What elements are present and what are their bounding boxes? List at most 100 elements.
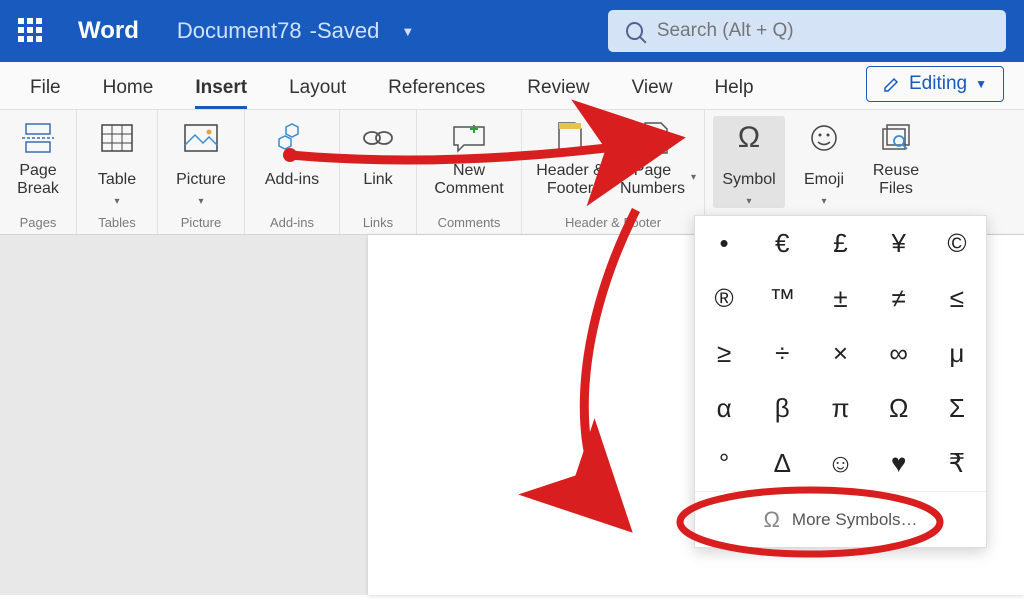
tab-review[interactable]: Review	[527, 77, 589, 109]
picture-label: Picture	[176, 160, 226, 200]
symbol-cell[interactable]: ×	[811, 326, 869, 381]
symbol-cell[interactable]: °	[695, 436, 753, 491]
symbol-cell[interactable]: β	[753, 381, 811, 436]
symbol-cell[interactable]: ÷	[753, 326, 811, 381]
symbol-cell[interactable]: ≠	[870, 271, 928, 326]
symbol-cell[interactable]: ♥	[870, 436, 928, 491]
chevron-down-icon: ▾	[746, 196, 751, 208]
search-input[interactable]	[657, 20, 988, 42]
ribbon-group-links: Link Links	[340, 110, 417, 234]
app-launcher-icon[interactable]	[18, 18, 44, 44]
symbol-cell[interactable]: ¥	[870, 216, 928, 271]
symbol-cell[interactable]: μ	[928, 326, 986, 381]
page-break-button[interactable]: Page Break	[8, 116, 68, 200]
symbol-cell[interactable]: ™	[753, 271, 811, 326]
symbol-cell[interactable]: •	[695, 216, 753, 271]
symbol-cell[interactable]: ☺	[811, 436, 869, 491]
emoji-button[interactable]: Emoji ▾	[791, 116, 857, 208]
reuse-files-button[interactable]: Reuse Files	[863, 116, 929, 208]
ribbon-group-picture: Picture ▾ Picture	[158, 110, 245, 234]
symbol-cell[interactable]: ±	[811, 271, 869, 326]
chevron-down-icon: ▾	[198, 196, 203, 208]
link-label: Link	[363, 160, 392, 200]
tab-view[interactable]: View	[632, 77, 673, 109]
tab-references[interactable]: References	[388, 77, 485, 109]
table-icon	[97, 120, 137, 156]
document-name[interactable]: Document78	[177, 18, 302, 44]
table-label: Table	[98, 160, 136, 200]
picture-button[interactable]: Picture ▾	[166, 116, 236, 208]
tab-home[interactable]: Home	[103, 77, 154, 109]
ribbon-tabs: File Home Insert Layout References Revie…	[0, 62, 1024, 110]
svg-text:#: #	[659, 129, 665, 140]
page-numbers-label: Page Numbers	[616, 162, 689, 199]
symbol-cell[interactable]: ≥	[695, 326, 753, 381]
ribbon-group-pages: Page Break Pages	[0, 110, 77, 234]
document-status: Saved	[317, 18, 379, 44]
symbol-cell[interactable]: ≤	[928, 271, 986, 326]
ribbon-group-comments: New Comment Comments	[417, 110, 522, 234]
page-break-label: Page Break	[8, 160, 68, 200]
symbol-cell[interactable]: α	[695, 381, 753, 436]
group-label-pages: Pages	[20, 211, 57, 230]
more-symbols-label: More Symbols…	[792, 510, 918, 530]
group-label-links: Links	[363, 211, 393, 230]
document-chevron-icon[interactable]: ▼	[401, 24, 414, 39]
group-label-picture: Picture	[181, 211, 221, 230]
search-box[interactable]	[608, 10, 1006, 52]
symbol-cell[interactable]: ∞	[870, 326, 928, 381]
addins-label: Add-ins	[265, 160, 319, 200]
omega-icon: Ω	[763, 507, 779, 533]
link-button[interactable]: Link	[348, 116, 408, 200]
page-break-icon	[18, 120, 58, 156]
header-footer-button[interactable]: Header & Footer	[530, 116, 610, 200]
editing-mode-button[interactable]: Editing ▼	[866, 66, 1004, 102]
new-comment-button[interactable]: New Comment	[425, 116, 513, 200]
new-comment-label: New Comment	[425, 160, 513, 200]
ribbon-group-tables: Table ▾ Tables	[77, 110, 158, 234]
tab-help[interactable]: Help	[714, 77, 753, 109]
symbol-cell[interactable]: £	[811, 216, 869, 271]
tab-layout[interactable]: Layout	[289, 77, 346, 109]
document-status-sep: -	[310, 18, 317, 44]
table-button[interactable]: Table ▾	[85, 116, 149, 208]
chevron-down-icon: ▾	[691, 172, 696, 184]
group-label-addins: Add-ins	[270, 211, 314, 230]
header-footer-icon	[550, 120, 590, 156]
chevron-down-icon: ▼	[975, 77, 987, 91]
titlebar: Word Document78 - Saved ▼	[0, 0, 1024, 62]
symbol-cell[interactable]: Ω	[870, 381, 928, 436]
symbol-cell[interactable]: Δ	[753, 436, 811, 491]
symbol-cell[interactable]: ®	[695, 271, 753, 326]
reuse-files-icon	[876, 120, 916, 156]
tab-insert[interactable]: Insert	[195, 77, 247, 109]
addins-button[interactable]: Add-ins	[253, 116, 331, 200]
page-numbers-icon: #	[636, 120, 676, 156]
group-label-tables: Tables	[98, 211, 136, 230]
symbol-cell[interactable]: π	[811, 381, 869, 436]
addins-icon	[272, 120, 312, 156]
header-footer-label: Header & Footer	[530, 160, 610, 200]
pencil-icon	[883, 75, 901, 93]
ribbon-group-header-footer: Header & Footer # Page Numbers▾ Header &…	[522, 110, 705, 234]
symbol-cell[interactable]: Σ	[928, 381, 986, 436]
symbol-cell[interactable]: ©	[928, 216, 986, 271]
page-numbers-button[interactable]: # Page Numbers▾	[616, 116, 696, 200]
editing-mode-label: Editing	[909, 73, 967, 95]
symbol-cell[interactable]: ₹	[928, 436, 986, 491]
symbol-button[interactable]: Ω Symbol ▾	[713, 116, 785, 208]
emoji-icon	[804, 120, 844, 156]
symbol-label: Symbol	[722, 160, 775, 200]
group-label-header-footer: Header & Footer	[565, 211, 661, 230]
symbol-cell[interactable]: €	[753, 216, 811, 271]
chevron-down-icon: ▾	[114, 196, 119, 208]
more-symbols-button[interactable]: Ω More Symbols…	[695, 491, 986, 547]
link-icon	[358, 120, 398, 156]
tab-file[interactable]: File	[30, 77, 61, 109]
app-name: Word	[78, 17, 139, 45]
omega-icon: Ω	[729, 120, 769, 156]
symbol-dropdown-panel: •€£¥©®™±≠≤≥÷×∞μαβπΩΣ°Δ☺♥₹ Ω More Symbols…	[694, 215, 987, 548]
group-label-comments: Comments	[438, 211, 501, 230]
emoji-label: Emoji	[804, 160, 844, 200]
chevron-down-icon: ▾	[821, 196, 826, 208]
